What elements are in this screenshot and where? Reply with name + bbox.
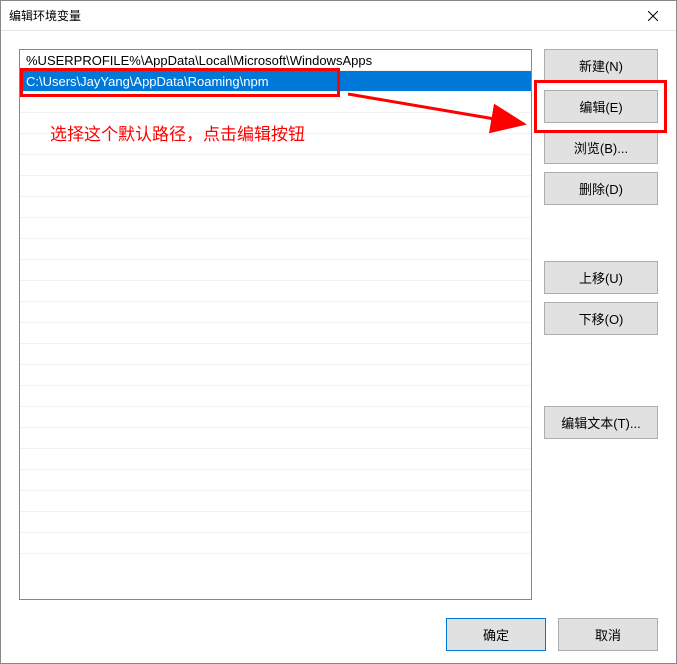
list-item[interactable]: C:\Users\JayYang\AppData\Roaming\npm (20, 71, 531, 92)
list-item[interactable]: %USERPROFILE%\AppData\Local\Microsoft\Wi… (20, 50, 531, 71)
list-item[interactable] (20, 218, 531, 239)
dialog-footer: 确定 取消 (19, 612, 658, 651)
list-item[interactable] (20, 407, 531, 428)
path-listbox[interactable]: %USERPROFILE%\AppData\Local\Microsoft\Wi… (19, 49, 532, 600)
list-item[interactable] (20, 491, 531, 512)
delete-button[interactable]: 删除(D) (544, 172, 658, 205)
list-item[interactable] (20, 155, 531, 176)
list-item[interactable] (20, 428, 531, 449)
list-item[interactable] (20, 197, 531, 218)
ok-button[interactable]: 确定 (446, 618, 546, 651)
edit-text-button[interactable]: 编辑文本(T)... (544, 406, 658, 439)
list-item[interactable] (20, 134, 531, 155)
close-icon (648, 11, 658, 21)
main-row: %USERPROFILE%\AppData\Local\Microsoft\Wi… (19, 49, 658, 600)
new-button[interactable]: 新建(N) (544, 49, 658, 82)
move-down-button[interactable]: 下移(O) (544, 302, 658, 335)
list-item[interactable] (20, 92, 531, 113)
edit-button[interactable]: 编辑(E) (544, 90, 658, 123)
list-item[interactable] (20, 281, 531, 302)
list-item[interactable] (20, 302, 531, 323)
cancel-button[interactable]: 取消 (558, 618, 658, 651)
list-item[interactable] (20, 386, 531, 407)
list-item[interactable] (20, 533, 531, 554)
list-item[interactable] (20, 365, 531, 386)
close-button[interactable] (630, 1, 676, 31)
list-item[interactable] (20, 113, 531, 134)
button-column: 新建(N) 编辑(E) 浏览(B)... 删除(D) 上移(U) 下移(O) 编… (544, 49, 658, 600)
dialog-body: %USERPROFILE%\AppData\Local\Microsoft\Wi… (1, 31, 676, 663)
list-item[interactable] (20, 239, 531, 260)
window-title: 编辑环境变量 (9, 7, 81, 24)
list-item[interactable] (20, 512, 531, 533)
list-item[interactable] (20, 449, 531, 470)
list-item[interactable] (20, 176, 531, 197)
list-item[interactable] (20, 323, 531, 344)
list-item[interactable] (20, 344, 531, 365)
titlebar: 编辑环境变量 (1, 1, 676, 31)
browse-button[interactable]: 浏览(B)... (544, 131, 658, 164)
move-up-button[interactable]: 上移(U) (544, 261, 658, 294)
list-item[interactable] (20, 260, 531, 281)
list-item[interactable] (20, 470, 531, 491)
